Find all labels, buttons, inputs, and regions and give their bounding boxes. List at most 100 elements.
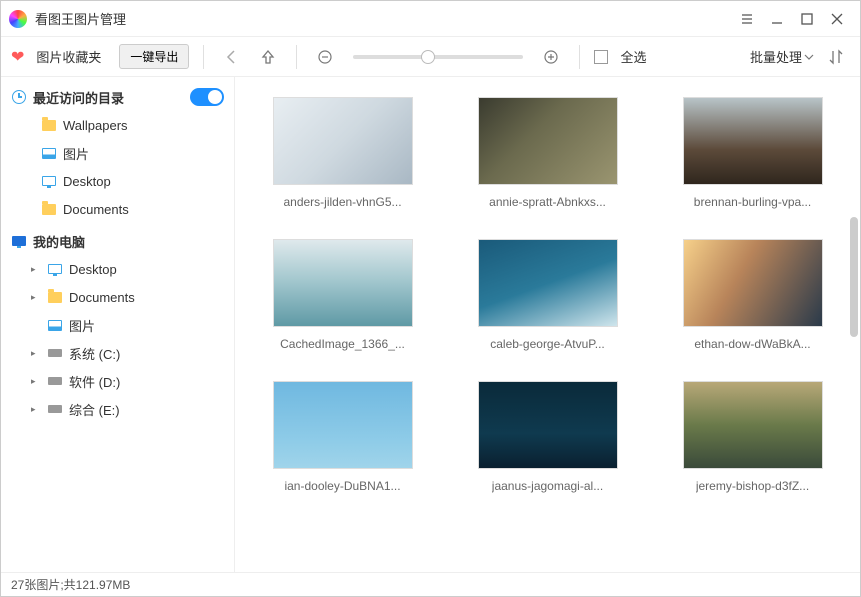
- thumbnail-label: caleb-george-AtvuP...: [490, 337, 605, 351]
- thumbnail-item[interactable]: brennan-burling-vpa...: [665, 97, 840, 209]
- chevron-down-icon: [804, 52, 814, 62]
- heart-icon: ❤: [11, 47, 24, 67]
- select-all-label: 全选: [620, 47, 646, 66]
- sidebar-item-label: 综合 (E:): [69, 400, 120, 419]
- thumbnail-image: [478, 381, 618, 469]
- monitor-icon: [47, 261, 63, 277]
- thumbnail-item[interactable]: ethan-dow-dWaBkA...: [665, 239, 840, 351]
- drive-icon: [47, 401, 63, 417]
- thumbnail-label: ethan-dow-dWaBkA...: [694, 337, 810, 351]
- sidebar-item[interactable]: Wallpapers: [1, 111, 234, 139]
- thumbnail-image: [273, 239, 413, 327]
- picture-icon: [41, 145, 57, 161]
- batch-process-button[interactable]: 批量处理: [750, 47, 814, 66]
- thumbnail-image: [478, 97, 618, 185]
- back-button[interactable]: [218, 43, 246, 71]
- folder-icon: [41, 117, 57, 133]
- thumbnail-item[interactable]: jeremy-bishop-d3fZ...: [665, 381, 840, 493]
- sidebar-mypc-header[interactable]: 我的电脑: [1, 227, 234, 255]
- thumbnail-grid: anders-jilden-vhnG5... annie-spratt-Abnkx…: [255, 97, 840, 493]
- sidebar-item[interactable]: ▸ Documents: [1, 283, 234, 311]
- sort-button[interactable]: [822, 43, 850, 71]
- status-text: 27张图片;共121.97MB: [11, 576, 130, 593]
- expand-icon[interactable]: ▸: [31, 348, 41, 359]
- picture-icon: [47, 317, 63, 333]
- sidebar-item[interactable]: ▸ 综合 (E:): [1, 395, 234, 423]
- maximize-button[interactable]: [792, 4, 822, 34]
- thumbnail-image: [683, 381, 823, 469]
- sidebar-item-label: Desktop: [69, 262, 117, 277]
- favorites-label[interactable]: 图片收藏夹: [36, 47, 101, 66]
- thumbnail-item[interactable]: annie-spratt-Abnkxs...: [460, 97, 635, 209]
- sidebar-item[interactable]: ▸ 软件 (D:): [1, 367, 234, 395]
- thumbnail-image: [273, 381, 413, 469]
- thumbnail-item[interactable]: anders-jilden-vhnG5...: [255, 97, 430, 209]
- thumbnail-label: CachedImage_1366_...: [280, 337, 405, 351]
- thumbnail-item[interactable]: caleb-george-AtvuP...: [460, 239, 635, 351]
- app-window: 看图王图片管理 ❤ 图片收藏夹 一键导出 全选 批量处理: [0, 0, 861, 597]
- sidebar-item-label: Documents: [69, 290, 135, 305]
- sidebar-item[interactable]: 图片: [1, 139, 234, 167]
- sidebar-item-label: Desktop: [63, 174, 111, 189]
- sidebar-item-label: 系统 (C:): [69, 344, 120, 363]
- export-button[interactable]: 一键导出: [119, 44, 189, 69]
- monitor-icon: [11, 233, 27, 249]
- close-button[interactable]: [822, 4, 852, 34]
- expand-icon[interactable]: ▸: [31, 292, 41, 303]
- app-icon: [9, 10, 27, 28]
- sidebar-recent-header[interactable]: 最近访问的目录: [1, 83, 234, 111]
- sidebar-item-label: 图片: [63, 144, 89, 163]
- thumbnail-item[interactable]: CachedImage_1366_...: [255, 239, 430, 351]
- sidebar-item[interactable]: Desktop: [1, 167, 234, 195]
- window-title: 看图王图片管理: [35, 9, 126, 28]
- thumbnail-label: jaanus-jagomagi-al...: [492, 479, 603, 493]
- expand-icon[interactable]: ▸: [31, 376, 41, 387]
- sidebar-item-label: 软件 (D:): [69, 372, 120, 391]
- folder-icon: [41, 201, 57, 217]
- zoom-out-button[interactable]: [311, 43, 339, 71]
- expand-icon[interactable]: ▸: [31, 264, 41, 275]
- zoom-slider[interactable]: [353, 55, 523, 59]
- titlebar: 看图王图片管理: [1, 1, 860, 37]
- sidebar-item[interactable]: ▸ Desktop: [1, 255, 234, 283]
- toolbar: ❤ 图片收藏夹 一键导出 全选 批量处理: [1, 37, 860, 77]
- recent-header-label: 最近访问的目录: [33, 88, 124, 107]
- sidebar-item[interactable]: ▸ 系统 (C:): [1, 339, 234, 367]
- thumbnail-image: [683, 239, 823, 327]
- zoom-thumb[interactable]: [421, 50, 435, 64]
- drive-icon: [47, 345, 63, 361]
- thumbnail-image: [683, 97, 823, 185]
- divider: [203, 45, 204, 69]
- monitor-icon: [41, 173, 57, 189]
- sidebar-item[interactable]: 图片: [1, 311, 234, 339]
- thumbnail-item[interactable]: jaanus-jagomagi-al...: [460, 381, 635, 493]
- zoom-in-button[interactable]: [537, 43, 565, 71]
- sidebar-item[interactable]: Documents: [1, 195, 234, 223]
- thumbnail-image: [273, 97, 413, 185]
- divider: [579, 45, 580, 69]
- thumbnail-label: anders-jilden-vhnG5...: [283, 195, 401, 209]
- batch-label: 批量处理: [750, 47, 802, 66]
- drive-icon: [47, 373, 63, 389]
- sidebar-item-label: 图片: [69, 316, 95, 335]
- thumbnail-label: brennan-burling-vpa...: [694, 195, 811, 209]
- select-all-checkbox[interactable]: [594, 50, 608, 64]
- thumbnail-item[interactable]: ian-dooley-DuBNA1...: [255, 381, 430, 493]
- sidebar-item-label: Wallpapers: [63, 118, 128, 133]
- clock-icon: [11, 89, 27, 105]
- thumbnail-label: annie-spratt-Abnkxs...: [489, 195, 606, 209]
- up-button[interactable]: [254, 43, 282, 71]
- body: 最近访问的目录 Wallpapers 图片 Desktop Documents 我的电…: [1, 77, 860, 572]
- scrollbar-thumb[interactable]: [850, 217, 858, 337]
- thumbnail-image: [478, 239, 618, 327]
- sidebar: 最近访问的目录 Wallpapers 图片 Desktop Documents 我的电…: [1, 77, 235, 572]
- minimize-button[interactable]: [762, 4, 792, 34]
- menu-button[interactable]: [732, 4, 762, 34]
- statusbar: 27张图片;共121.97MB: [1, 572, 860, 596]
- sidebar-item-label: Documents: [63, 202, 129, 217]
- divider: [296, 45, 297, 69]
- mypc-header-label: 我的电脑: [33, 232, 85, 251]
- expand-icon[interactable]: ▸: [31, 404, 41, 415]
- thumbnail-label: ian-dooley-DuBNA1...: [284, 479, 400, 493]
- recent-toggle[interactable]: [190, 88, 224, 106]
